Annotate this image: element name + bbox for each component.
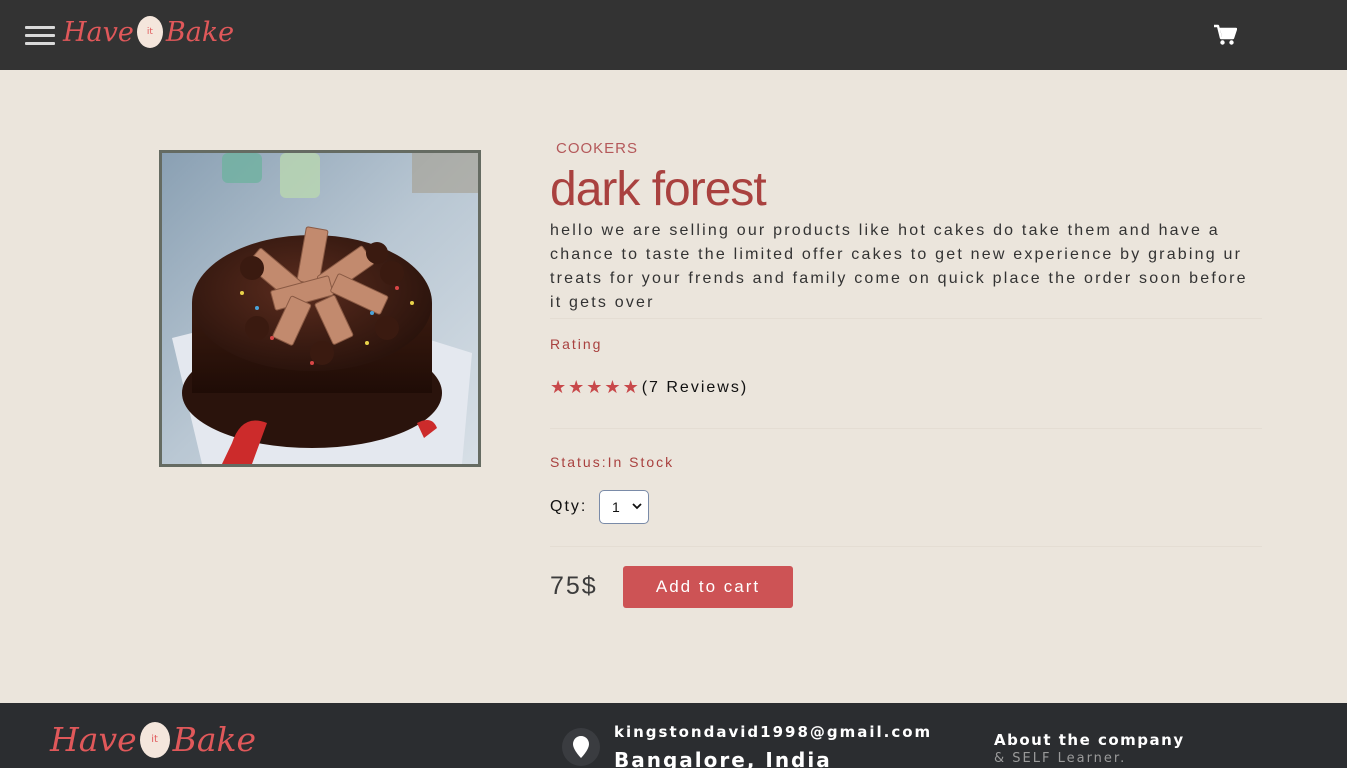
divider <box>550 318 1262 319</box>
hamburger-menu-icon[interactable] <box>25 26 55 46</box>
footer-logo-text-left: Have <box>50 720 137 759</box>
product-image <box>159 150 481 467</box>
footer-logo-text-mid: it <box>151 734 158 745</box>
map-pin-icon <box>562 728 600 766</box>
product-price: 75$ <box>550 572 598 600</box>
quantity-value: 1 <box>612 499 620 515</box>
footer-logo-text-right: Bake <box>172 720 257 759</box>
top-navbar: Have it Bake <box>0 0 1347 70</box>
logo-text-mid: it <box>146 27 153 37</box>
divider <box>550 546 1262 547</box>
logo-text-left: Have <box>63 16 134 48</box>
logo-cupcake-icon: it <box>136 16 163 48</box>
divider <box>550 428 1262 429</box>
product-title: dark forest <box>550 163 767 216</box>
rating-label: Rating <box>550 336 603 352</box>
chevron-down-icon <box>632 503 642 510</box>
logo-cupcake-icon: it <box>139 721 170 758</box>
footer-email[interactable]: kingstondavid1998@gmail.com <box>614 723 932 741</box>
product-description: hello we are selling our products like h… <box>550 222 1248 311</box>
star-icon: ★ <box>604 377 621 398</box>
quantity-select[interactable]: 1 <box>599 490 649 524</box>
star-icon: ★ <box>622 377 639 398</box>
site-logo[interactable]: Have it Bake <box>63 16 234 48</box>
star-icon: ★ <box>568 377 585 398</box>
stock-status: Status:In Stock <box>550 454 675 470</box>
product-category: COOKERS <box>556 140 639 157</box>
footer-about-title: About the company <box>994 731 1185 749</box>
quantity-label: Qty: <box>550 498 588 515</box>
footer-about-subtitle: & SELF Learner. <box>994 751 1127 766</box>
logo-text-right: Bake <box>165 16 235 48</box>
rating-stars: ★ ★ ★ ★ ★ (7 Reviews) <box>550 377 748 398</box>
star-icon: ★ <box>550 377 567 398</box>
review-count[interactable]: (7 Reviews) <box>642 379 748 397</box>
star-icon: ★ <box>586 377 603 398</box>
footer-logo[interactable]: Have it Bake <box>50 720 256 759</box>
shopping-cart-icon[interactable] <box>1213 24 1238 46</box>
add-to-cart-button[interactable]: Add to cart <box>623 566 793 608</box>
footer-city: Bangalore, India <box>614 748 832 768</box>
